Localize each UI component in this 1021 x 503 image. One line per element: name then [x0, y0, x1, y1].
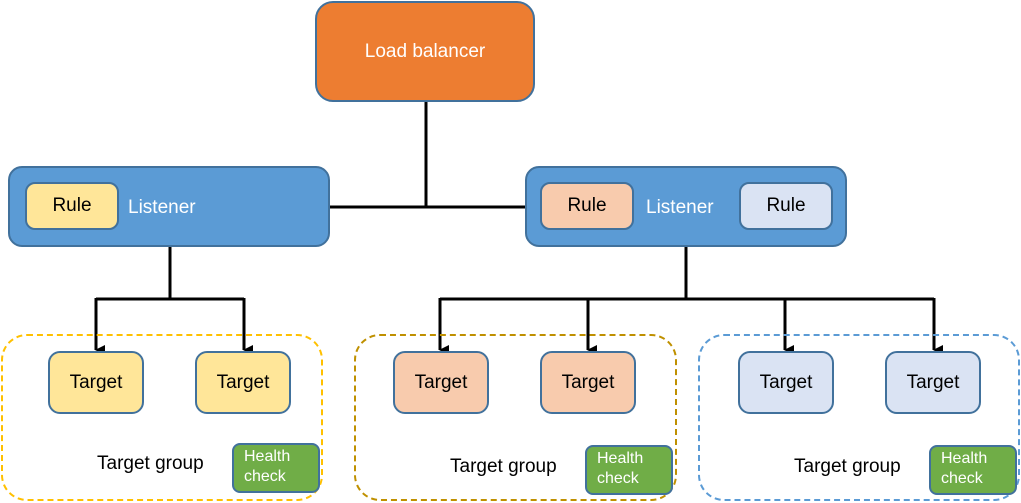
- listener-label: Listener: [646, 197, 714, 218]
- rule-left[interactable]: Rule: [25, 182, 119, 230]
- load-balancer[interactable]: Load balancer: [315, 1, 535, 102]
- health-check-line-1: Health: [244, 448, 291, 465]
- target-3-2[interactable]: Target: [885, 351, 981, 414]
- target-2-2[interactable]: Target: [540, 351, 636, 414]
- rule-right-1[interactable]: Rule: [540, 182, 634, 230]
- health-check-line-1: Health: [941, 450, 988, 467]
- target-3-1[interactable]: Target: [738, 351, 834, 414]
- health-check[interactable]: Health check: [585, 445, 673, 495]
- target-1-1[interactable]: Target: [48, 351, 144, 414]
- health-check-line-1: Health: [597, 450, 644, 467]
- health-check-line-2: check: [941, 470, 983, 487]
- target-label: Target: [561, 371, 615, 393]
- health-check-line-2: check: [244, 468, 286, 485]
- target-label: Target: [69, 371, 123, 393]
- listener-label: Listener: [128, 197, 196, 218]
- target-label: Target: [906, 371, 960, 393]
- target-label: Target: [414, 371, 468, 393]
- rule-right-2[interactable]: Rule: [739, 182, 833, 230]
- rule-label: Rule: [766, 195, 806, 216]
- rule-label: Rule: [567, 195, 607, 216]
- health-check[interactable]: Health check: [232, 443, 320, 493]
- target-label: Target: [216, 371, 270, 393]
- target-group-label: Target group: [450, 456, 557, 477]
- listener-left[interactable]: Rule Listener: [8, 166, 330, 247]
- load-balancer-label: Load balancer: [364, 40, 486, 62]
- rule-label: Rule: [52, 195, 92, 216]
- target-2-1[interactable]: Target: [393, 351, 489, 414]
- health-check-line-2: check: [597, 470, 639, 487]
- target-group-label: Target group: [794, 456, 901, 477]
- target-1-2[interactable]: Target: [195, 351, 291, 414]
- listener-right[interactable]: Rule Listener Rule: [525, 166, 847, 247]
- health-check[interactable]: Health check: [929, 445, 1017, 495]
- target-group-label: Target group: [97, 453, 204, 474]
- target-label: Target: [759, 371, 813, 393]
